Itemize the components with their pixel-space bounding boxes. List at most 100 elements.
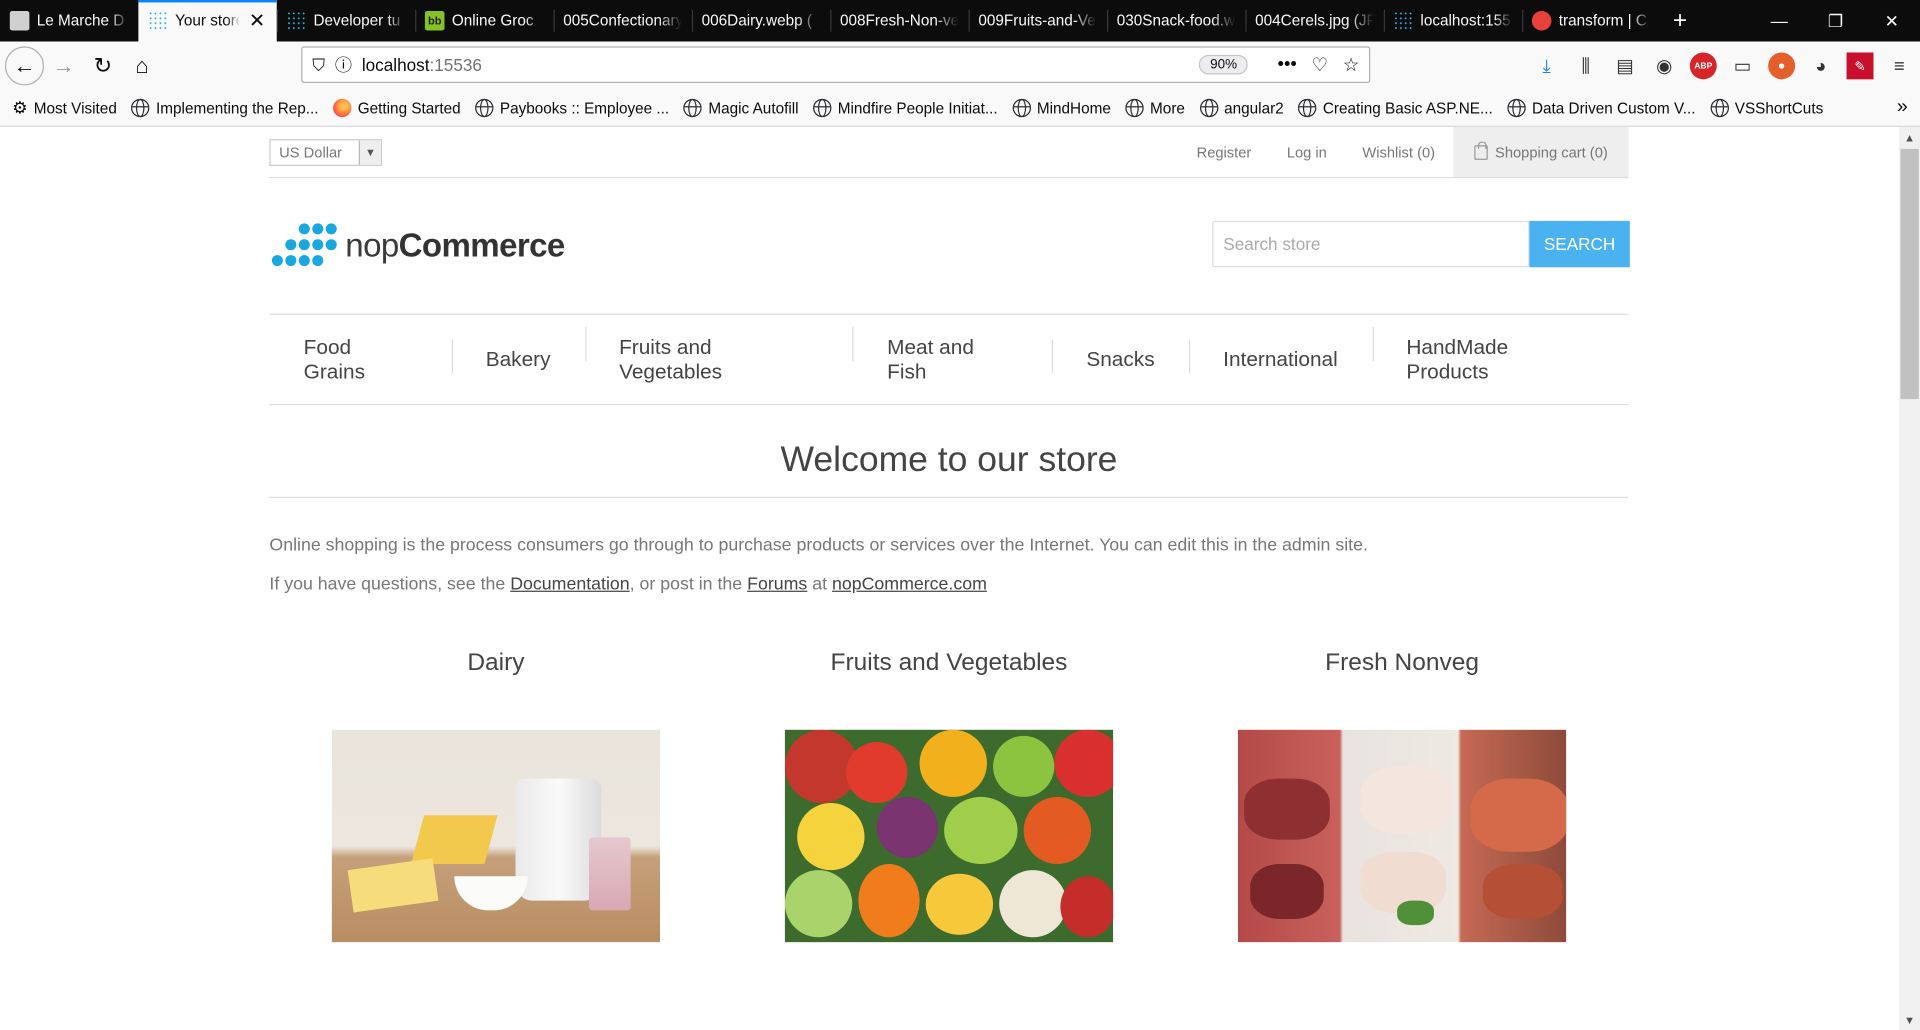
close-window-icon[interactable]: ✕ (1864, 0, 1920, 41)
scroll-up-icon[interactable]: ▲ (1899, 127, 1920, 148)
tab[interactable]: 009Fruits-and-Ve (968, 0, 1107, 41)
fresh-nonveg-image[interactable] (1237, 729, 1567, 943)
tab-active[interactable]: Your store ✕ (138, 0, 277, 42)
globe-icon (1125, 98, 1144, 118)
toolbar-icons: ⤓ ⫼ ▤ ◉ ABP ▭ ● ◕ ✎ ≡ (1533, 46, 1913, 85)
tab[interactable]: 008Fresh-Non-ve (830, 0, 968, 41)
nopcommerce-site-link[interactable]: nopCommerce.com (832, 575, 987, 595)
sidebar-icon[interactable]: ▤ (1611, 52, 1638, 79)
info-icon[interactable]: ⓘ (335, 52, 352, 76)
menu-item-handmade-products[interactable]: HandMade Products (1372, 326, 1629, 384)
pocket-icon[interactable]: ♡ (1312, 54, 1328, 76)
tab[interactable]: 030Snack-food.w (1106, 0, 1245, 41)
tab[interactable]: Developer tu (276, 0, 415, 41)
menu-item-snacks[interactable]: Snacks (1052, 338, 1189, 373)
logo-text: nopCommerce (345, 226, 565, 263)
globe-icon (1199, 98, 1218, 118)
shopping-cart-link[interactable]: Shopping cart (0) (1453, 126, 1629, 177)
bookmark-item[interactable]: VSShortCuts (1710, 98, 1823, 118)
bookmark-most-visited[interactable]: ⚙ Most Visited (12, 98, 117, 119)
bookmark-item[interactable]: Creating Basic ASP.NE... (1298, 98, 1493, 118)
home-button[interactable]: ⌂ (122, 46, 161, 85)
search-input[interactable] (1212, 220, 1530, 268)
scrollbar-thumb[interactable] (1900, 148, 1919, 400)
library-icon[interactable]: ⫼ (1572, 52, 1599, 79)
bookmark-item[interactable]: Magic Autofill (683, 98, 799, 118)
chevron-right-icon[interactable]: » (1897, 96, 1908, 118)
bookmark-item[interactable]: Mindfire People Initiat... (813, 98, 998, 118)
bookmarks-bar: ⚙ Most Visited Implementing the Rep... Ge… (0, 90, 1920, 127)
menu-item-international[interactable]: International (1188, 338, 1372, 373)
store-logo[interactable]: nopCommerce (271, 222, 565, 268)
menu-icon[interactable]: ≡ (1886, 52, 1913, 79)
currency-selector[interactable]: US Dollar ▼ (269, 139, 383, 166)
intro-text: Online shopping is the process consumers… (269, 526, 1628, 604)
menu-item-fruits-and-vegetables[interactable]: Fruits and Vegetables (584, 326, 853, 384)
tab[interactable]: 004Cerels.jpg (JP (1245, 0, 1383, 41)
intro-paragraph-2: If you have questions, see the Documenta… (269, 574, 987, 595)
documentation-link[interactable]: Documentation (510, 575, 629, 595)
shield-icon[interactable]: ⛉ (312, 54, 325, 75)
navigation-bar: ← → ↻ ⌂ ⛉ ⓘ localhost:15536 90% ••• ♡ ☆ … (0, 41, 1920, 91)
category-title[interactable]: Dairy (269, 639, 722, 685)
account-icon[interactable]: ◉ (1651, 52, 1678, 79)
search-button[interactable]: SEARCH (1529, 220, 1630, 268)
nopcommerce-icon (148, 10, 168, 31)
bookmark-item[interactable]: MindHome (1012, 98, 1111, 118)
pdf-icon[interactable]: ✎ (1846, 52, 1874, 80)
wishlist-link[interactable]: Wishlist (0) (1362, 143, 1435, 160)
bookmark-item[interactable]: More (1125, 98, 1185, 118)
address-bar[interactable]: ⛉ ⓘ localhost:15536 90% ••• ♡ ☆ (301, 46, 1371, 83)
tab[interactable]: 005Confectionary (553, 0, 691, 41)
header-links: Register Log in Wishlist (0) Shopping ca… (1197, 126, 1629, 177)
menu-item-food-grains[interactable]: Food Grains (269, 335, 451, 384)
reload-button[interactable]: ↻ (83, 46, 122, 85)
bookmark-item[interactable]: Paybooks :: Employee ... (475, 98, 669, 118)
scroll-down-icon[interactable]: ▼ (1899, 1009, 1920, 1030)
minimize-icon[interactable]: — (1751, 0, 1807, 41)
restore-icon[interactable]: ❐ (1807, 0, 1863, 41)
menu-item-meat-and-fish[interactable]: Meat and Fish (852, 326, 1052, 384)
shopping-bag-icon (1474, 140, 1488, 160)
tab[interactable]: Le Marche D (0, 0, 138, 41)
gear-icon: ⚙ (12, 97, 28, 118)
page-scrollbar[interactable]: ▲ ▼ (1899, 126, 1920, 1030)
register-link[interactable]: Register (1197, 143, 1252, 160)
dairy-image[interactable] (331, 729, 661, 943)
tab[interactable]: 006Dairy.webp ( (691, 0, 830, 41)
bookmark-item[interactable]: Data Driven Custom V... (1507, 98, 1696, 118)
bookmark-item[interactable]: Getting Started (333, 98, 461, 118)
window-controls: — ❐ ✕ (1751, 0, 1920, 41)
tab[interactable]: bb Online Groc (415, 0, 553, 41)
download-icon[interactable]: ⤓ (1533, 52, 1560, 79)
category-card-fresh-nonveg: Fresh Nonveg (1176, 639, 1629, 943)
page-actions-icon[interactable]: ••• (1278, 54, 1297, 76)
forums-link[interactable]: Forums (747, 575, 807, 595)
close-tab-icon[interactable]: ✕ (247, 9, 267, 33)
bookmark-item[interactable]: Implementing the Rep... (131, 98, 319, 118)
url-host: localhost (361, 54, 430, 75)
adblock-icon[interactable]: ABP (1689, 52, 1717, 80)
zoom-indicator[interactable]: 90% (1199, 54, 1249, 75)
duckduckgo-icon[interactable]: ● (1768, 52, 1796, 80)
category-title[interactable]: Fresh Nonveg (1176, 639, 1629, 685)
new-tab-button[interactable]: + (1660, 0, 1699, 41)
category-menu: Food Grains Bakery Fruits and Vegetables… (269, 313, 1629, 406)
header-top-bar: US Dollar ▼ Register Log in Wishlist (0)… (269, 126, 1629, 179)
back-button[interactable]: ← (4, 46, 45, 86)
fruits-and-vegetables-image[interactable] (784, 729, 1114, 943)
extension-icon[interactable]: ▭ (1729, 52, 1756, 79)
bookmark-item[interactable]: angular2 (1199, 98, 1284, 118)
extension-2-icon[interactable]: ◕ (1807, 52, 1834, 79)
tab[interactable]: localhost:155 (1383, 0, 1522, 41)
bookmark-star-icon[interactable]: ☆ (1343, 54, 1359, 76)
logo-mark (271, 222, 337, 268)
login-link[interactable]: Log in (1287, 143, 1327, 160)
category-title[interactable]: Fruits and Vegetables (722, 639, 1175, 685)
tab[interactable]: transform | C (1522, 0, 1660, 41)
nopcommerce-icon (286, 10, 307, 31)
tab-strip: Le Marche D Your store ✕ Developer tu bb O… (0, 0, 1920, 42)
menu-item-bakery[interactable]: Bakery (451, 338, 584, 373)
globe-icon (1710, 98, 1729, 118)
forward-button[interactable]: → (44, 46, 83, 85)
